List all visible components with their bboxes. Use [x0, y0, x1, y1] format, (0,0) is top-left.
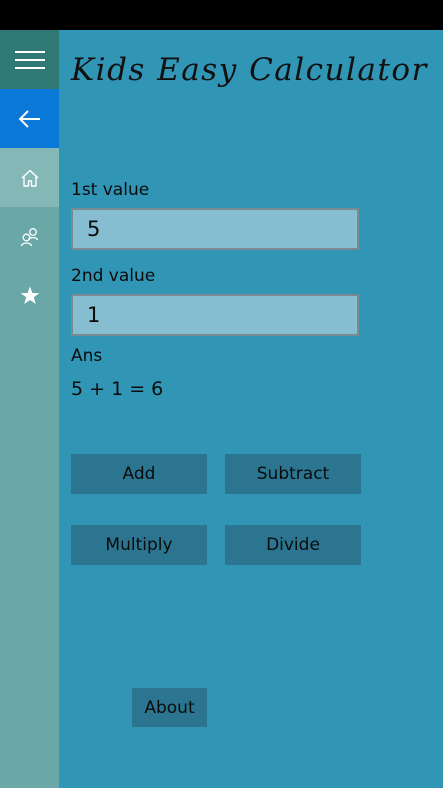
star-icon [20, 286, 39, 304]
divide-button[interactable]: Divide [225, 525, 361, 565]
hamburger-menu-button[interactable] [0, 30, 59, 89]
app-title: Kids Easy Calculator [71, 52, 428, 88]
second-value-label: 2nd value [71, 266, 156, 286]
hamburger-menu-icon [14, 50, 45, 69]
answer-text: 5 + 1 = 6 [71, 378, 164, 400]
about-button[interactable]: About [132, 688, 207, 727]
answer-label: Ans [71, 346, 103, 366]
back-arrow-icon [18, 109, 40, 128]
add-button[interactable]: Add [71, 454, 207, 494]
home-icon [21, 169, 38, 187]
subtract-button[interactable]: Subtract [225, 454, 361, 494]
second-value-input[interactable] [71, 294, 359, 336]
first-value-input[interactable] [71, 208, 359, 250]
multiply-button[interactable]: Multiply [71, 525, 207, 565]
back-button[interactable] [0, 89, 59, 148]
nav-item-people[interactable] [0, 207, 59, 266]
first-value-label: 1st value [71, 180, 150, 200]
nav-item-favorites[interactable] [0, 266, 59, 325]
calculator-panel: Kids Easy Calculator 1st value 2nd value… [59, 30, 443, 788]
status-bar [0, 0, 443, 30]
sidebar-nav [0, 30, 59, 788]
people-icon [20, 227, 38, 246]
nav-item-home[interactable] [0, 148, 59, 207]
